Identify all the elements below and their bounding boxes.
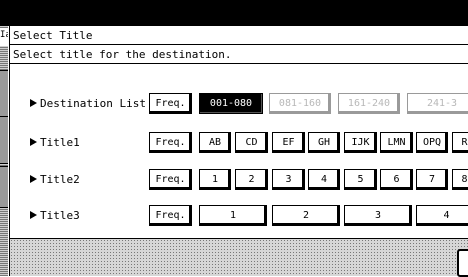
play-icon [30,138,37,146]
title-ijk-button[interactable]: IJK [344,132,377,153]
play-icon [30,175,37,183]
background-window-strip: Ia [0,26,8,276]
title2-label: Title2 [30,168,80,192]
destination-list-row: Destination List Freq. 001-080 081-160 1… [10,92,468,116]
background-window-label: Ia [0,28,8,46]
title-1-button[interactable]: 1 [199,169,231,190]
title-8-button[interactable]: 8 [452,169,468,190]
title-7-button[interactable]: 7 [416,169,448,190]
dialog-title: Select Title [10,26,468,45]
title-lmn-button[interactable]: LMN [380,132,413,153]
title-4-button[interactable]: 4 [308,169,340,190]
title-ef-button[interactable]: EF [272,132,305,153]
title-3-button[interactable]: 3 [272,169,305,190]
background-tab[interactable] [0,166,8,208]
background-tab[interactable] [0,70,8,118]
dialog-instruction: Select title for the destination. [10,45,468,64]
title-6-button[interactable]: 6 [380,169,413,190]
footer-button[interactable] [457,249,468,277]
title-1-button[interactable]: 1 [199,205,267,226]
freq-button[interactable]: Freq. [149,169,192,190]
title-2-button[interactable]: 2 [272,205,340,226]
top-black-bar [0,0,468,26]
title-ab-button[interactable]: AB [199,132,231,153]
title-r-button[interactable]: R [452,132,468,153]
title-5-button[interactable]: 5 [344,169,377,190]
range-081-160-button: 081-160 [269,93,331,114]
title1-label: Title1 [30,131,80,155]
title-4-button[interactable]: 4 [416,205,468,226]
title-cd-button[interactable]: CD [235,132,268,153]
title2-row: Title2 Freq. 1 2 3 4 5 6 7 8 [10,168,468,192]
title3-label: Title3 [30,204,80,228]
title-gh-button[interactable]: GH [308,132,340,153]
destination-list-label: Destination List [30,92,146,116]
range-001-080-button[interactable]: 001-080 [199,93,263,114]
title1-row: Title1 Freq. AB CD EF GH IJK LMN OPQ R [10,131,468,155]
range-161-240-button: 161-240 [338,93,400,114]
freq-button[interactable]: Freq. [149,205,192,226]
background-tab[interactable] [0,116,8,164]
range-241-button: 241-3 [407,93,468,114]
freq-button[interactable]: Freq. [149,93,192,114]
title3-row: Title3 Freq. 1 2 3 4 [10,204,468,228]
play-icon [30,211,37,219]
play-icon [30,99,37,107]
freq-button[interactable]: Freq. [149,132,192,153]
title-opq-button[interactable]: OPQ [416,132,448,153]
dialog-footer [10,238,468,277]
title-2-button[interactable]: 2 [235,169,268,190]
title-3-button[interactable]: 3 [344,205,412,226]
select-title-dialog: Select Title Select title for the destin… [9,26,468,277]
